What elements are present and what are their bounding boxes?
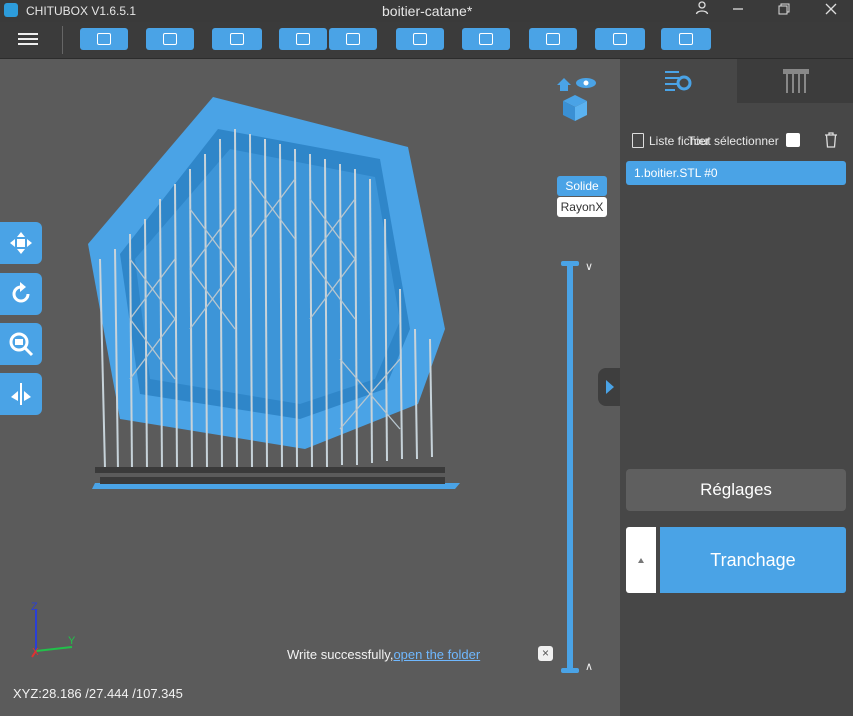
print-icon[interactable] (661, 28, 711, 50)
layer-down-chevron-icon[interactable]: ∧ (585, 660, 593, 673)
trash-icon[interactable] (824, 132, 838, 148)
file-icon (632, 133, 644, 148)
coordinates-readout: XYZ:28.186 /27.444 /107.345 (13, 686, 183, 701)
axis-z-label: Z (31, 601, 38, 613)
export-icon[interactable] (329, 28, 377, 50)
mirror-icon[interactable] (0, 373, 42, 415)
model-render (88, 97, 460, 489)
minimize-icon[interactable] (724, 1, 752, 21)
select-all-label: Tout sélectionner (688, 134, 779, 148)
move-icon[interactable] (0, 222, 42, 264)
viewport-3d[interactable]: Solide RayonX ∨ ∧ Z Y X Write successful… (0, 59, 620, 716)
settings-button[interactable]: Réglages (626, 469, 846, 511)
restore-icon[interactable] (770, 1, 798, 21)
user-icon[interactable] (688, 1, 716, 21)
axis-gizmo: Z Y X (28, 601, 78, 659)
layer-up-chevron-icon[interactable]: ∨ (585, 260, 593, 273)
open-file-icon[interactable] (80, 28, 128, 50)
hollow-icon[interactable] (529, 28, 577, 50)
tab-supports[interactable] (737, 59, 853, 103)
import-icon[interactable] (279, 28, 327, 50)
slice-button[interactable]: Tranchage (660, 527, 846, 593)
list-item-label: 1.boitier.STL #0 (634, 166, 718, 180)
menu-icon[interactable] (16, 30, 40, 50)
slice-options-button[interactable] (626, 527, 656, 593)
panel-collapse-button[interactable] (598, 368, 620, 406)
save-icon[interactable] (146, 28, 194, 50)
layer-slider[interactable] (567, 261, 573, 671)
document-title: boitier-catane* (382, 3, 473, 19)
xray-mode-button[interactable]: RayonX (557, 197, 607, 217)
supports-icon (783, 69, 809, 93)
select-all-checkbox[interactable] (786, 133, 800, 147)
axis-x-label: X (32, 647, 39, 658)
title-bar: CHITUBOX V1.6.5.1 boitier-catane* (0, 0, 853, 22)
app-logo-icon (4, 3, 18, 17)
list-item[interactable]: 1.boitier.STL #0 (626, 161, 846, 185)
layout-icon[interactable] (462, 28, 510, 50)
toolbar (0, 22, 853, 59)
rotate-icon[interactable] (0, 273, 42, 315)
side-panel: Liste fichier Tout sélectionner 1.boitie… (620, 59, 853, 716)
copy-icon[interactable] (396, 28, 444, 50)
open-folder-link[interactable]: open the folder (393, 647, 480, 662)
close-message-icon[interactable]: × (538, 646, 553, 661)
layer-slider-bottom-handle[interactable] (561, 668, 579, 673)
list-settings-icon (665, 71, 692, 91)
status-message: Write successfully,open the folder (287, 647, 480, 662)
solid-mode-button[interactable]: Solide (557, 176, 607, 196)
select-icon[interactable] (212, 28, 262, 50)
drill-icon[interactable] (595, 28, 645, 50)
axis-y-label: Y (68, 635, 76, 647)
app-title: CHITUBOX V1.6.5.1 (26, 4, 137, 18)
close-icon[interactable] (817, 1, 845, 21)
tab-list-settings[interactable] (620, 59, 737, 103)
status-text: Write successfully, (287, 647, 394, 662)
view-cube-icon[interactable] (553, 73, 597, 123)
scale-icon[interactable] (0, 323, 42, 365)
file-list-header: Liste fichier Tout sélectionner (626, 129, 848, 155)
toolbar-separator (62, 26, 63, 54)
